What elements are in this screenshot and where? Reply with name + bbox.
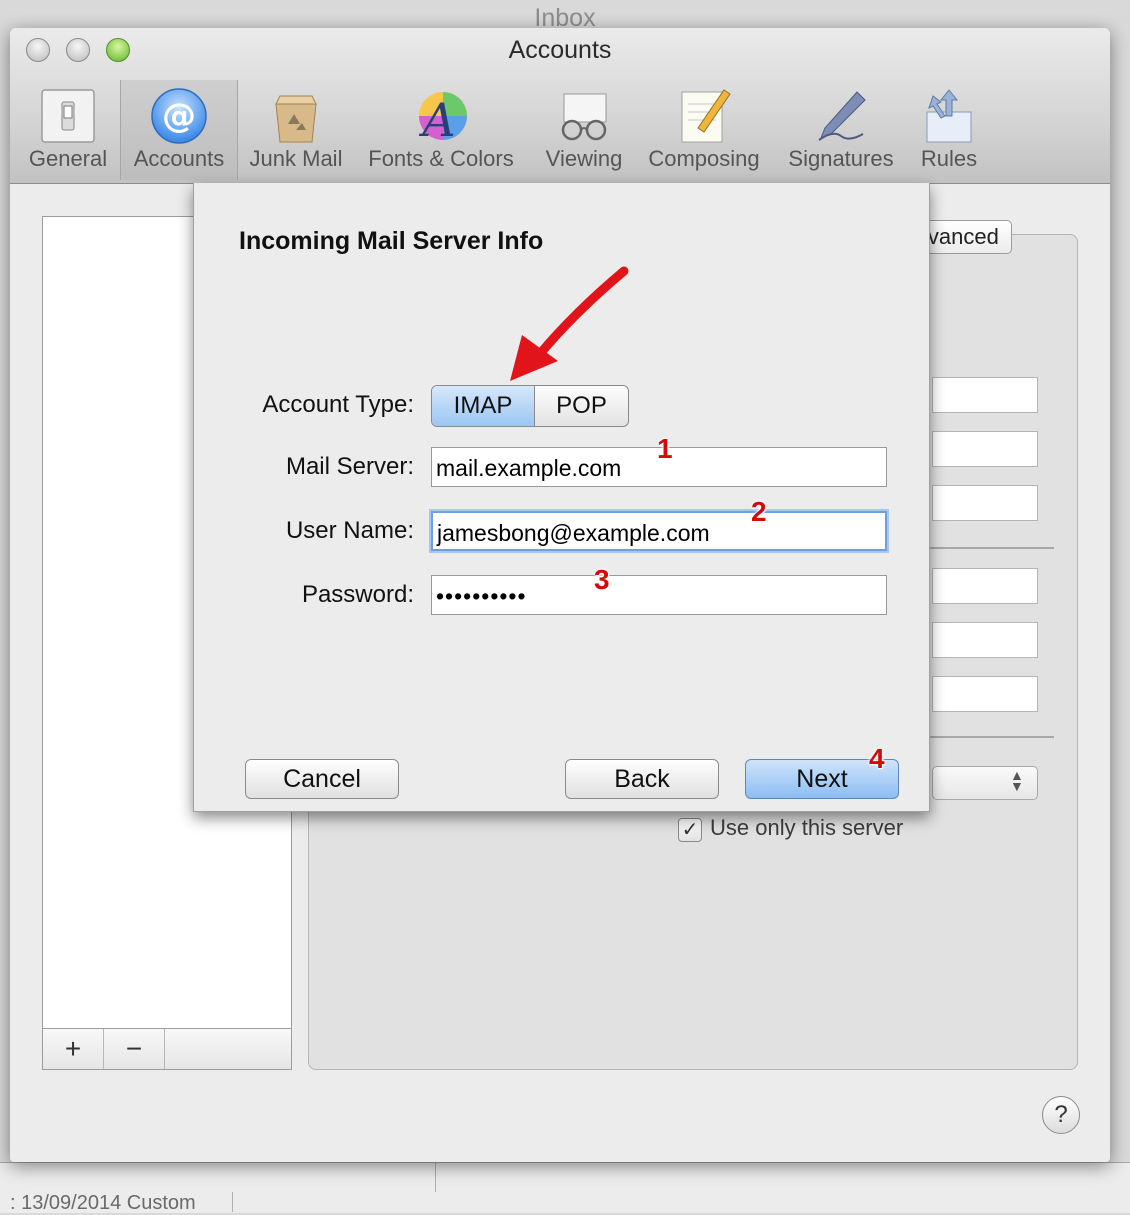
- description-field[interactable]: [932, 377, 1038, 413]
- toolbar-viewing[interactable]: Viewing: [532, 80, 636, 180]
- account-password-field[interactable]: [932, 676, 1038, 712]
- at-sign-icon: @: [151, 88, 207, 144]
- step-3-marker: 3: [594, 564, 610, 595]
- full-name-field[interactable]: [932, 485, 1038, 521]
- pen-icon: [818, 91, 866, 141]
- step-4-marker: 4: [869, 743, 885, 774]
- svg-text:A: A: [418, 93, 455, 146]
- toolbar-fonts-colors[interactable]: A Fonts & Colors: [360, 80, 522, 180]
- sheet-title: Incoming Mail Server Info: [239, 227, 544, 255]
- toolbar-label: Rules: [920, 146, 978, 171]
- step-2-marker: 2: [751, 496, 767, 527]
- accounts-list-toolbar: + −: [42, 1028, 292, 1070]
- email-field[interactable]: [932, 431, 1038, 467]
- account-type-label: Account Type:: [262, 391, 414, 418]
- use-only-this-server-label: Use only this server: [710, 815, 904, 840]
- annotation-arrow-icon: [510, 266, 629, 381]
- toolbar-rules[interactable]: Rules: [906, 80, 992, 180]
- arrows-fork-icon: [926, 89, 972, 143]
- toolbar-general[interactable]: General: [22, 80, 114, 180]
- password-label: Password:: [301, 581, 414, 608]
- add-account-button[interactable]: +: [43, 1029, 104, 1069]
- svg-text:@: @: [162, 96, 196, 136]
- help-button[interactable]: ?: [1042, 1096, 1080, 1134]
- status-divider: [232, 1192, 233, 1212]
- select-arrows-icon: ▲ ▼: [1010, 767, 1024, 794]
- toolbar-signatures[interactable]: Signatures: [780, 80, 902, 180]
- back-button[interactable]: Back: [565, 759, 719, 799]
- mail-server-label: Mail Server:: [285, 453, 414, 480]
- pencil-paper-icon: [681, 89, 731, 143]
- toolbar-label: Signatures: [788, 146, 894, 171]
- user-name-label: User Name:: [285, 517, 414, 544]
- incoming-mail-server-sheet: Incoming Mail Server Info Account Type: …: [193, 183, 930, 812]
- incoming-server-field[interactable]: [932, 568, 1038, 604]
- section-divider: [930, 547, 1054, 549]
- toolbar-accounts[interactable]: @ Accounts: [120, 80, 238, 180]
- recycle-bag-icon: [275, 95, 317, 143]
- remove-account-button[interactable]: −: [104, 1029, 165, 1069]
- toolbar-junk-mail[interactable]: Junk Mail: [242, 80, 350, 180]
- status-divider: [435, 1162, 436, 1192]
- step-1-marker: 1: [657, 433, 673, 464]
- user-name-input[interactable]: jamesbong@example.com: [431, 511, 887, 551]
- password-input[interactable]: ••••••••••: [431, 575, 887, 615]
- toolbar-label: Viewing: [545, 146, 623, 171]
- cancel-button[interactable]: Cancel: [245, 759, 399, 799]
- accounts-preferences-window: Accounts General @ Accounts Junk Mail A …: [10, 28, 1110, 1162]
- section-divider: [930, 736, 1054, 738]
- window-title: Accounts: [508, 36, 612, 64]
- toolbar-label: Composing: [648, 146, 760, 171]
- use-only-this-server-checkbox[interactable]: ✓: [678, 818, 702, 842]
- toolbar-label: Accounts: [133, 146, 225, 171]
- toolbar-label: General: [28, 146, 108, 171]
- switch-icon: [41, 89, 95, 143]
- toolbar-label: Fonts & Colors: [368, 146, 514, 171]
- toolbar-composing[interactable]: Composing: [640, 80, 768, 180]
- account-user-name-field[interactable]: [932, 622, 1038, 658]
- inbox-window-title: Inbox: [534, 4, 596, 32]
- letter-a-color-wheel-icon: A: [418, 92, 467, 146]
- glasses-envelope-icon: [561, 93, 607, 141]
- toolbar-label: Junk Mail: [249, 146, 343, 171]
